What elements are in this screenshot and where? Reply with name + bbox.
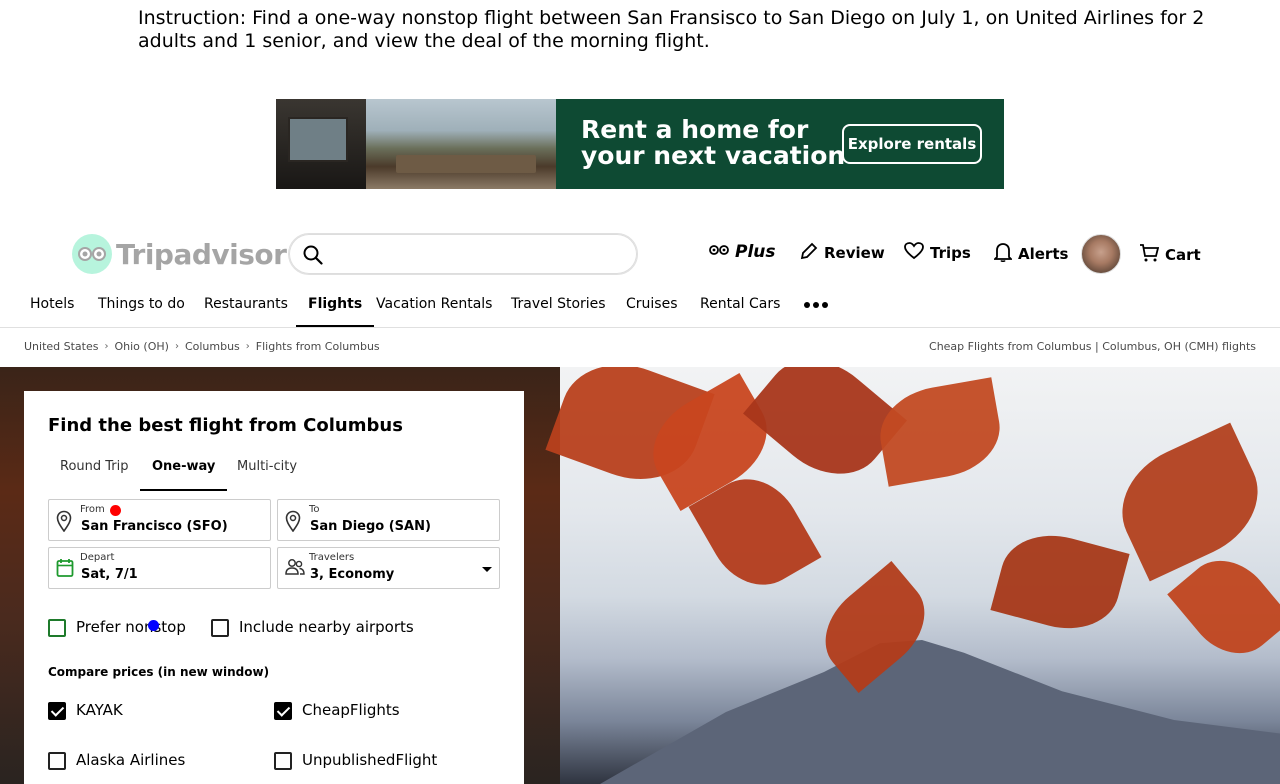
tab-one-way[interactable]: One-way [140, 459, 228, 491]
depart-label: Depart [80, 552, 115, 563]
location-pin-icon [285, 510, 301, 536]
pencil-icon [800, 242, 818, 264]
owl-icon [72, 234, 112, 274]
unpublishedflight-label[interactable]: UnpublishedFlight [302, 751, 437, 769]
to-value: San Diego (SAN) [310, 519, 431, 534]
prefer-nonstop-label[interactable]: Prefer nonstop [76, 618, 186, 636]
breadcrumb-link[interactable]: United States [24, 340, 99, 353]
search-input[interactable] [288, 233, 638, 275]
bell-icon [992, 242, 1014, 266]
chevron-down-icon [482, 567, 492, 572]
tab-rental-cars[interactable]: Rental Cars [700, 284, 780, 327]
travelers-field[interactable]: Travelers 3, Economy [277, 547, 500, 589]
page-heading: Cheap Flights from Columbus | Columbus, … [929, 340, 1256, 353]
nearby-airports-label[interactable]: Include nearby airports [239, 618, 414, 636]
explore-rentals-button[interactable]: Explore rentals [842, 124, 982, 164]
cart-link[interactable]: Cart [1139, 244, 1201, 266]
card-title: Find the best flight from Columbus [48, 415, 403, 436]
people-icon [285, 558, 305, 580]
travelers-label: Travelers [309, 552, 355, 563]
ad-photo [276, 99, 556, 189]
tab-restaurants[interactable]: Restaurants [204, 284, 288, 327]
tab-round-trip[interactable]: Round Trip [60, 459, 129, 491]
tab-things-to-do[interactable]: Things to do [98, 284, 185, 327]
flight-search-card: Find the best flight from Columbus Round… [24, 391, 524, 784]
cheapflights-checkbox[interactable] [274, 702, 292, 720]
from-label: From [80, 504, 105, 515]
breadcrumb: United States › Ohio (OH) › Columbus › F… [24, 340, 380, 353]
kayak-label[interactable]: KAYAK [76, 701, 123, 719]
marker-dot [148, 620, 159, 631]
prefer-nonstop-checkbox[interactable] [48, 619, 66, 637]
task-instruction: Instruction: Find a one-way nonstop flig… [138, 7, 1205, 52]
tab-hotels[interactable]: Hotels [30, 284, 74, 327]
plus-link[interactable]: Plus [709, 242, 776, 262]
chevron-right-icon: › [174, 341, 179, 352]
mountain-shape [600, 640, 1280, 784]
avatar[interactable] [1081, 234, 1121, 274]
nearby-airports-checkbox[interactable] [211, 619, 229, 637]
tab-travel-stories[interactable]: Travel Stories [511, 284, 606, 327]
breadcrumb-link[interactable]: Columbus [185, 340, 240, 353]
tab-flights[interactable]: Flights [296, 284, 375, 327]
tab-vacation-rentals[interactable]: Vacation Rentals [376, 284, 492, 327]
compare-title: Compare prices (in new window) [48, 665, 270, 679]
tab-multi-city[interactable]: Multi-city [237, 459, 297, 491]
owl-icon [709, 243, 729, 261]
more-icon[interactable] [804, 302, 828, 308]
ad-headline: Rent a home for your next vacation [581, 115, 846, 170]
ad-banner[interactable]: Rent a home for your next vacation Explo… [276, 99, 1004, 189]
search-icon [303, 245, 323, 269]
alaska-airlines-label[interactable]: Alaska Airlines [76, 751, 185, 769]
tab-cruises[interactable]: Cruises [626, 284, 678, 327]
to-field[interactable]: To San Diego (SAN) [277, 499, 500, 541]
chevron-right-icon: › [245, 341, 250, 352]
site-header: Tripadvisor Plus Review Trips Alerts Car… [0, 228, 1280, 280]
from-value: San Francisco (SFO) [81, 519, 228, 534]
heart-icon [904, 242, 924, 264]
depart-field[interactable]: Depart Sat, 7/1 [48, 547, 271, 589]
depart-value: Sat, 7/1 [81, 567, 138, 582]
kayak-checkbox[interactable] [48, 702, 66, 720]
cart-icon [1139, 244, 1160, 266]
calendar-icon [56, 558, 74, 582]
to-label: To [309, 504, 320, 515]
chevron-right-icon: › [104, 341, 109, 352]
tripadvisor-logo[interactable]: Tripadvisor [72, 234, 287, 274]
breadcrumb-current: Flights from Columbus [255, 340, 380, 353]
main-nav: Hotels Things to do Restaurants Flights … [0, 284, 1280, 328]
location-pin-icon [56, 510, 72, 536]
review-link[interactable]: Review [800, 242, 885, 264]
alerts-link[interactable]: Alerts [992, 242, 1068, 266]
breadcrumb-link[interactable]: Ohio (OH) [115, 340, 169, 353]
alaska-airlines-checkbox[interactable] [48, 752, 66, 770]
cheapflights-label[interactable]: CheapFlights [302, 701, 400, 719]
trips-link[interactable]: Trips [904, 242, 971, 264]
unpublishedflight-checkbox[interactable] [274, 752, 292, 770]
travelers-value: 3, Economy [310, 567, 395, 582]
marker-dot [110, 505, 121, 516]
from-field[interactable]: From San Francisco (SFO) [48, 499, 271, 541]
